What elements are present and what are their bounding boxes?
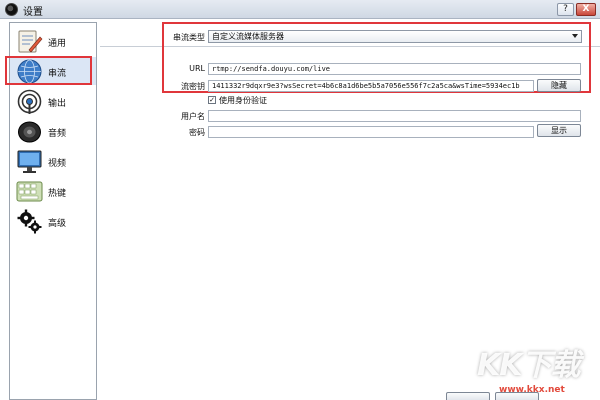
selected-item-highlight <box>5 56 92 85</box>
close-button[interactable]: X <box>576 3 596 16</box>
general-icon <box>18 30 43 53</box>
sidebar-item-hotkeys[interactable]: 热键 <box>10 177 96 205</box>
username-input[interactable] <box>208 110 581 122</box>
monitor-icon <box>17 150 42 173</box>
stream-key-input[interactable]: 1411332r9dqxr9e3?wsSecret=4b6c8a1d6be5b5… <box>208 80 534 92</box>
chevron-down-icon <box>572 34 578 38</box>
stream-type-select[interactable]: 自定义流媒体服务器 <box>208 30 582 43</box>
stream-type-value: 自定义流媒体服务器 <box>212 32 284 41</box>
sidebar-item-label: 通用 <box>48 39 67 49</box>
sidebar-item-output[interactable]: 输出 <box>10 87 96 115</box>
url-input[interactable]: rtmp://sendfa.douyu.com/live <box>208 63 581 75</box>
sidebar-item-advanced[interactable]: 高级 <box>10 207 96 235</box>
obs-app-icon <box>5 3 18 16</box>
stream-type-label: 串流类型 <box>173 33 205 42</box>
sidebar-item-label: 音频 <box>48 129 67 139</box>
speaker-icon <box>18 121 41 143</box>
keyboard-icon <box>16 181 43 202</box>
password-label: 密码 <box>189 128 205 137</box>
show-password-button[interactable]: 显示 <box>537 124 581 137</box>
window-title: 设置 <box>23 7 43 18</box>
url-label: URL <box>189 64 205 73</box>
watermark-logo: KK下载 <box>477 348 580 383</box>
watermark-url: www.kkx.net <box>499 385 565 395</box>
sidebar-item-label: 视频 <box>48 159 67 169</box>
watermark: KK下载 www.kkx.net <box>477 340 599 400</box>
sidebar-item-audio[interactable]: 音频 <box>10 117 96 145</box>
gears-icon <box>17 209 42 234</box>
help-button[interactable]: ? <box>557 3 574 16</box>
sidebar-item-video[interactable]: 视频 <box>10 147 96 175</box>
output-broadcast-icon <box>17 89 42 114</box>
username-label: 用户名 <box>181 112 205 121</box>
stream-key-label: 流密钥 <box>181 82 205 91</box>
use-auth-label: 使用身份验证 <box>219 96 267 105</box>
sidebar-item-label: 热键 <box>48 189 67 199</box>
password-input[interactable] <box>208 126 534 138</box>
hide-key-button[interactable]: 隐藏 <box>537 79 581 92</box>
title-bar: 设置 ? X <box>0 0 600 19</box>
use-auth-checkbox[interactable]: ✓ <box>208 96 216 104</box>
sidebar-item-label: 输出 <box>48 99 67 109</box>
sidebar-item-general[interactable]: 通用 <box>10 27 96 55</box>
sidebar-item-label: 高级 <box>48 219 67 229</box>
